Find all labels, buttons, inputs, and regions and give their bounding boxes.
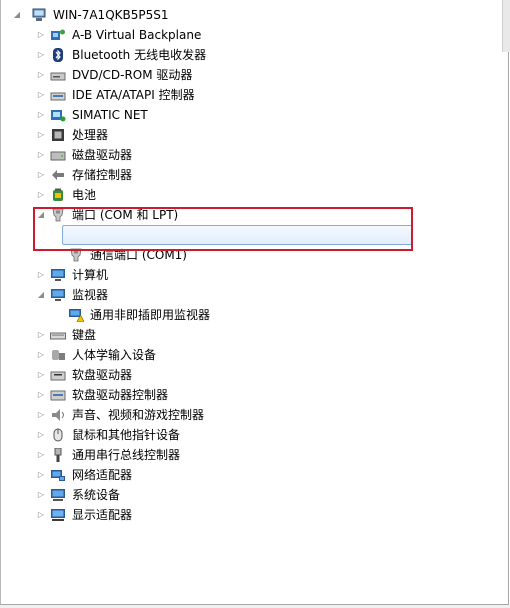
tree-category[interactable]: ▷ IDE ATA/ATAPI 控制器 bbox=[0, 85, 480, 105]
annotation-red-box bbox=[33, 207, 413, 251]
collapse-arrow-icon[interactable]: ◢ bbox=[12, 5, 22, 25]
tree-category[interactable]: ◢ 监视器 bbox=[0, 285, 480, 305]
mouse-icon bbox=[53, 428, 63, 442]
tree-category[interactable]: ▷ 计算机 bbox=[0, 265, 480, 285]
display-adapter-icon bbox=[51, 509, 65, 521]
computer-icon bbox=[32, 8, 46, 21]
expand-arrow-icon[interactable]: ▷ bbox=[36, 345, 46, 365]
tree-item-label: DVD/CD-ROM 驱动器 bbox=[72, 68, 193, 82]
tree-category[interactable]: ▷ A-B Virtual Backplane bbox=[0, 25, 480, 45]
tree-category[interactable]: ▷ DVD/CD-ROM 驱动器 bbox=[0, 65, 480, 85]
tree-item-label: 处理器 bbox=[72, 128, 109, 142]
tree-category[interactable]: ▷ Bluetooth 无线电收发器 bbox=[0, 45, 480, 65]
usb-icon bbox=[54, 448, 62, 462]
speaker-icon bbox=[52, 409, 64, 421]
tree-category[interactable]: ▷ 声音、视频和游戏控制器 bbox=[0, 405, 480, 425]
expand-arrow-icon[interactable]: ▷ bbox=[36, 105, 46, 125]
expand-arrow-icon[interactable]: ▷ bbox=[36, 385, 46, 405]
expand-arrow-icon[interactable]: ▷ bbox=[36, 425, 46, 445]
storage-controller-icon bbox=[52, 170, 64, 180]
expand-arrow-icon[interactable]: ▷ bbox=[36, 445, 46, 465]
tree-item-label: A-B Virtual Backplane bbox=[72, 28, 202, 42]
bluetooth-icon bbox=[53, 48, 63, 62]
expand-arrow-icon[interactable]: ▷ bbox=[36, 365, 46, 385]
ide-controller-icon bbox=[50, 92, 66, 101]
tree-category[interactable]: ▷ 电池 bbox=[0, 185, 480, 205]
tree-category[interactable]: ▷ 处理器 bbox=[0, 125, 480, 145]
tree-category[interactable]: ▷ 鼠标和其他指针设备 bbox=[0, 425, 480, 445]
monitor-warning-icon bbox=[69, 309, 84, 322]
expand-arrow-icon[interactable]: ▷ bbox=[36, 25, 46, 45]
expand-arrow-icon[interactable]: ▷ bbox=[36, 465, 46, 485]
expand-arrow-icon[interactable]: ▷ bbox=[36, 265, 46, 285]
battery-icon bbox=[53, 188, 63, 201]
tree-category[interactable]: ▷ 通用串行总线控制器 bbox=[0, 445, 480, 465]
expand-arrow-icon[interactable]: ▷ bbox=[36, 65, 46, 85]
collapse-arrow-icon[interactable]: ◢ bbox=[36, 285, 46, 305]
tree-item-label: 通用非即插即用监视器 bbox=[90, 308, 211, 322]
tree-item-label: 软盘驱动器控制器 bbox=[72, 388, 169, 402]
tree-item-label: 软盘驱动器 bbox=[72, 368, 133, 382]
tree-item-label: Bluetooth 无线电收发器 bbox=[72, 48, 207, 62]
tree-item-label: SIMATIC NET bbox=[72, 108, 148, 122]
tree-root[interactable]: ◢ WIN-7A1QKB5P5S1 bbox=[0, 5, 300, 25]
tree-category[interactable]: ▷ 软盘驱动器 bbox=[0, 365, 480, 385]
expand-arrow-icon[interactable]: ▷ bbox=[36, 45, 46, 65]
tree-category[interactable]: ▷ 系统设备 bbox=[0, 485, 480, 505]
tree-item-label: IDE ATA/ATAPI 控制器 bbox=[72, 88, 195, 102]
tree-item-label: 显示适配器 bbox=[72, 508, 133, 522]
floppy-drive-icon bbox=[50, 371, 66, 381]
tree-item-label: 电池 bbox=[72, 188, 97, 202]
keyboard-icon bbox=[50, 332, 66, 340]
vertical-scrollbar[interactable] bbox=[502, 0, 510, 52]
tree-device[interactable]: 通用非即插即用监视器 bbox=[0, 305, 480, 325]
tree-item-label: 监视器 bbox=[72, 288, 109, 302]
tree-item-label: 系统设备 bbox=[72, 488, 121, 502]
system-device-icon bbox=[51, 489, 65, 501]
tree-item-label: 声音、视频和游戏控制器 bbox=[72, 408, 205, 422]
tree-category[interactable]: ▷ SIMATIC NET bbox=[0, 105, 480, 125]
root-label: WIN-7A1QKB5P5S1 bbox=[53, 8, 169, 22]
expand-arrow-icon[interactable]: ▷ bbox=[36, 405, 46, 425]
expand-arrow-icon[interactable]: ▷ bbox=[36, 325, 46, 345]
tree-category[interactable]: ▷ 软盘驱动器控制器 bbox=[0, 385, 480, 405]
floppy-controller-icon bbox=[50, 390, 66, 401]
tree-item-label: 人体学输入设备 bbox=[72, 348, 157, 362]
tree-category[interactable]: ▷ 人体学输入设备 bbox=[0, 345, 480, 365]
network-adapter-icon bbox=[51, 470, 65, 481]
computer-monitor-icon bbox=[51, 269, 65, 281]
monitor-icon bbox=[51, 289, 65, 301]
tree-item-label: 计算机 bbox=[72, 268, 109, 282]
tree-category[interactable]: ▷ 存储控制器 bbox=[0, 165, 480, 185]
tree-item-label: 存储控制器 bbox=[72, 168, 133, 182]
expand-arrow-icon[interactable]: ▷ bbox=[36, 145, 46, 165]
tree-category[interactable]: ▷ 磁盘驱动器 bbox=[0, 145, 480, 165]
tree-item-label: 通用串行总线控制器 bbox=[72, 448, 181, 462]
hid-icon bbox=[52, 350, 65, 360]
expand-arrow-icon[interactable]: ▷ bbox=[36, 185, 46, 205]
disk-drive-icon bbox=[50, 151, 66, 161]
dvd-drive-icon bbox=[50, 72, 66, 81]
expand-arrow-icon[interactable]: ▷ bbox=[36, 505, 46, 525]
expand-arrow-icon[interactable]: ▷ bbox=[36, 85, 46, 105]
tree-item-label: 鼠标和其他指针设备 bbox=[72, 428, 181, 442]
tree-item-label: 键盘 bbox=[72, 328, 97, 342]
tree-category[interactable]: ▷ 显示适配器 bbox=[0, 505, 480, 525]
processor-icon bbox=[52, 129, 64, 141]
simatic-net-icon bbox=[51, 110, 66, 122]
network-port-icon bbox=[51, 29, 65, 40]
expand-arrow-icon[interactable]: ▷ bbox=[36, 165, 46, 185]
tree-item-label: 磁盘驱动器 bbox=[72, 148, 133, 162]
expand-arrow-icon[interactable]: ▷ bbox=[36, 485, 46, 505]
tree-category[interactable]: ▷ 网络适配器 bbox=[0, 465, 480, 485]
tree-item-label: 网络适配器 bbox=[72, 468, 133, 482]
expand-arrow-icon[interactable]: ▷ bbox=[36, 125, 46, 145]
tree-category[interactable]: ▷ 键盘 bbox=[0, 325, 480, 345]
